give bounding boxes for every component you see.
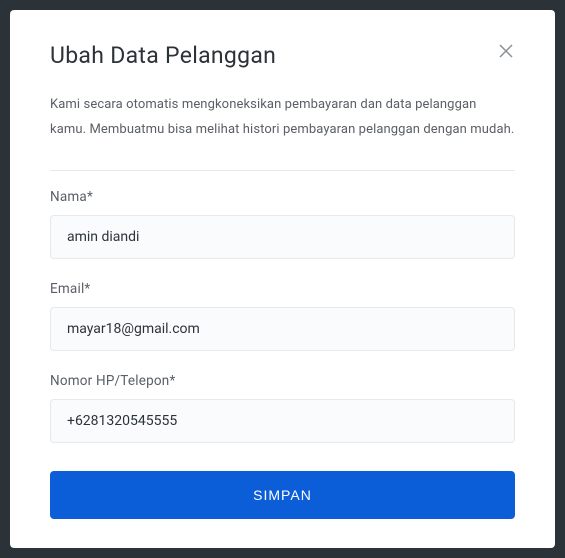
form-group-email: Email*	[50, 281, 515, 351]
form-group-name: Nama*	[50, 189, 515, 259]
modal-header: Ubah Data Pelanggan	[50, 42, 515, 69]
edit-customer-modal: Ubah Data Pelanggan Kami secara otomatis…	[10, 10, 555, 548]
modal-title: Ubah Data Pelanggan	[50, 42, 276, 69]
name-label: Nama*	[50, 189, 515, 205]
divider	[50, 170, 515, 171]
email-label: Email*	[50, 281, 515, 297]
name-input[interactable]	[50, 215, 515, 259]
save-button[interactable]: SIMPAN	[50, 471, 515, 519]
phone-label: Nomor HP/Telepon*	[50, 373, 515, 389]
email-field[interactable]	[50, 307, 515, 351]
close-icon	[499, 44, 513, 58]
close-button[interactable]	[497, 42, 515, 60]
form-group-phone: Nomor HP/Telepon*	[50, 373, 515, 443]
modal-description: Kami secara otomatis mengkoneksikan pemb…	[50, 93, 515, 142]
phone-input[interactable]	[50, 399, 515, 443]
